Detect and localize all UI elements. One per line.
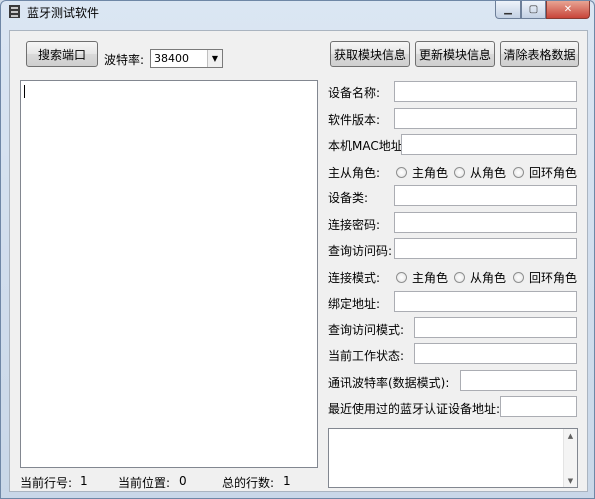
software-version-label: 软件版本: xyxy=(328,113,381,127)
current-row-label: 当前行号: xyxy=(20,476,73,490)
inquiry-access-mode-label: 查询访问模式: xyxy=(328,323,405,337)
connect-password-label: 连接密码: xyxy=(328,218,381,232)
baud-rate-value: 38400 xyxy=(154,52,189,65)
scroll-down-icon[interactable]: ▼ xyxy=(564,474,577,487)
local-mac-field[interactable] xyxy=(401,134,577,155)
main-window: 蓝牙测试软件 ▁ ▢ ✕ 搜索端口 波特率: 38400 ▼ 获取模块信息 更新… xyxy=(0,0,595,499)
connect-mode-label: 连接模式: xyxy=(328,271,381,285)
search-port-button[interactable]: 搜索端口 xyxy=(26,41,98,67)
bind-address-field[interactable] xyxy=(394,291,577,312)
chevron-down-icon[interactable]: ▼ xyxy=(207,50,222,67)
radio-circle xyxy=(513,271,524,283)
connect-mode-group: 主角色 从角色 回环角色 xyxy=(396,268,578,286)
log-textarea[interactable] xyxy=(20,80,318,468)
minimize-icon: ▁ xyxy=(504,4,512,15)
device-name-field[interactable] xyxy=(394,81,577,102)
bind-address-label: 绑定地址: xyxy=(328,297,381,311)
current-row-value: 1 xyxy=(80,474,88,488)
app-icon xyxy=(9,5,20,18)
inquiry-access-code-field[interactable] xyxy=(394,238,577,259)
current-work-state-label: 当前工作状态: xyxy=(328,349,405,363)
mode-loopback-label: 回环角色 xyxy=(529,270,578,285)
radio-circle xyxy=(396,271,407,283)
baud-rate-select[interactable]: 38400 ▼ xyxy=(150,49,223,68)
recent-device-address-label: 最近使用过的蓝牙认证设备地址: xyxy=(328,402,501,416)
device-class-field[interactable] xyxy=(394,185,577,206)
total-rows-label: 总的行数: xyxy=(222,476,275,490)
window-title: 蓝牙测试软件 xyxy=(27,6,100,20)
comm-baud-label: 通讯波特率(数据模式): xyxy=(328,376,450,390)
client-area: 搜索端口 波特率: 38400 ▼ 获取模块信息 更新模块信息 清除表格数据 设… xyxy=(9,30,588,492)
current-work-state-field[interactable] xyxy=(414,343,577,364)
recent-device-address-field[interactable] xyxy=(500,396,577,417)
inquiry-access-code-label: 查询访问码: xyxy=(328,244,393,258)
radio-circle xyxy=(454,166,465,178)
radio-circle xyxy=(454,271,465,283)
baud-label: 波特率: xyxy=(104,53,145,67)
vertical-scrollbar[interactable]: ▲ ▼ xyxy=(563,429,577,487)
role-slave-radio[interactable]: 从角色 xyxy=(454,163,506,181)
close-button[interactable]: ✕ xyxy=(546,1,590,19)
connect-password-field[interactable] xyxy=(394,212,577,233)
mode-master-label: 主角色 xyxy=(412,270,449,285)
minimize-button[interactable]: ▁ xyxy=(495,1,521,19)
text-caret xyxy=(24,85,25,98)
role-master-label: 主角色 xyxy=(412,165,449,180)
role-master-radio[interactable]: 主角色 xyxy=(396,163,448,181)
output-textarea[interactable]: ▲ ▼ xyxy=(328,428,578,488)
role-slave-label: 从角色 xyxy=(470,165,507,180)
title-bar[interactable]: 蓝牙测试软件 ▁ ▢ ✕ xyxy=(1,1,594,23)
local-mac-label: 本机MAC地址: xyxy=(328,139,407,153)
master-slave-role-group: 主角色 从角色 回环角色 xyxy=(396,163,578,181)
mode-loopback-radio[interactable]: 回环角色 xyxy=(513,268,577,286)
radio-circle xyxy=(396,166,407,178)
device-name-label: 设备名称: xyxy=(328,86,381,100)
device-class-label: 设备类: xyxy=(328,191,369,205)
radio-circle xyxy=(513,166,524,178)
scroll-up-icon[interactable]: ▲ xyxy=(564,429,577,442)
get-module-info-button[interactable]: 获取模块信息 xyxy=(330,41,410,67)
maximize-button[interactable]: ▢ xyxy=(521,1,546,19)
close-icon: ✕ xyxy=(563,4,573,15)
software-version-field[interactable] xyxy=(394,108,577,129)
inquiry-access-mode-field[interactable] xyxy=(414,317,577,338)
maximize-icon: ▢ xyxy=(528,4,539,15)
current-position-label: 当前位置: xyxy=(118,476,171,490)
total-rows-value: 1 xyxy=(283,474,291,488)
role-loopback-label: 回环角色 xyxy=(529,165,578,180)
mode-slave-radio[interactable]: 从角色 xyxy=(454,268,506,286)
comm-baud-field[interactable] xyxy=(460,370,577,391)
role-loopback-radio[interactable]: 回环角色 xyxy=(513,163,577,181)
current-position-value: 0 xyxy=(179,474,187,488)
update-module-info-button[interactable]: 更新模块信息 xyxy=(415,41,495,67)
mode-slave-label: 从角色 xyxy=(470,270,507,285)
clear-table-button[interactable]: 清除表格数据 xyxy=(500,41,579,67)
master-slave-role-label: 主从角色: xyxy=(328,166,381,180)
mode-master-radio[interactable]: 主角色 xyxy=(396,268,448,286)
